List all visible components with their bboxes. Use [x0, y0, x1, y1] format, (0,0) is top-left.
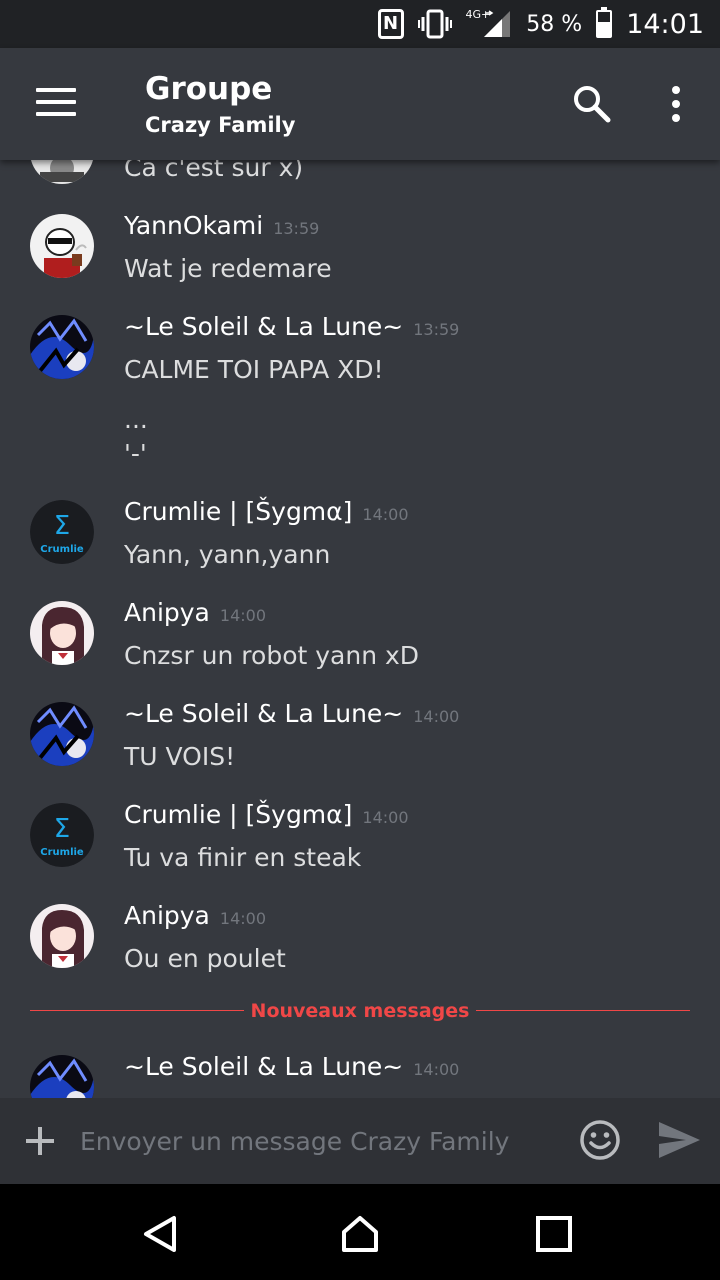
avatar[interactable] — [30, 601, 94, 665]
home-icon[interactable] — [340, 1214, 380, 1254]
message-text: TU VOIS! — [124, 742, 236, 771]
more-vert-icon[interactable] — [660, 82, 692, 126]
message-author[interactable]: Anipya 14:00 — [124, 597, 266, 632]
author-name[interactable]: YannOkami — [124, 211, 263, 240]
avatar[interactable]: Σ Crumlie — [30, 500, 94, 564]
add-icon[interactable] — [22, 1123, 58, 1159]
new-messages-divider-line — [476, 1010, 690, 1011]
timestamp: 14:00 — [362, 505, 409, 524]
message-text: ... — [124, 405, 148, 434]
message-author[interactable]: YannOkami 13:59 — [124, 210, 319, 245]
avatar[interactable]: Σ Crumlie — [30, 803, 94, 867]
channel-subtitle: Crazy Family — [145, 113, 296, 137]
timestamp: 14:00 — [362, 808, 409, 827]
app-bar: Groupe Crazy Family — [0, 48, 720, 160]
avatar[interactable] — [30, 160, 94, 184]
timestamp: 14:00 — [413, 1060, 460, 1079]
avatar-label: Crumlie — [40, 847, 84, 858]
timestamp: 14:00 — [219, 909, 266, 928]
battery-percent: 58 % — [526, 11, 583, 37]
recents-icon[interactable] — [534, 1214, 574, 1254]
message-input[interactable] — [80, 1118, 560, 1164]
message-text: CALME TOI PAPA XD! — [124, 355, 384, 384]
message-text: Ca c'est sur x) — [124, 160, 304, 182]
battery-icon — [596, 7, 613, 38]
message-composer — [0, 1098, 720, 1184]
message-author[interactable]: ~Le Soleil & La Lune~ 14:00 — [124, 698, 459, 733]
avatar[interactable] — [30, 315, 94, 379]
message-author[interactable]: Crumlie | [Šygmα] 14:00 — [124, 799, 409, 834]
svg-text:Σ: Σ — [54, 814, 70, 844]
message-author[interactable]: Crumlie | [Šygmα] 14:00 — [124, 496, 409, 531]
message-text: '-' — [124, 439, 147, 468]
menu-icon[interactable] — [36, 88, 76, 118]
author-name[interactable]: ~Le Soleil & La Lune~ — [124, 1052, 403, 1081]
svg-text:Σ: Σ — [54, 511, 70, 541]
search-icon[interactable] — [570, 82, 614, 126]
status-icons: N 4G+ 58 % 14:01 — [377, 0, 704, 48]
message-text: Cnzsr un robot yann xD — [124, 641, 420, 670]
avatar[interactable] — [30, 702, 94, 766]
vibrate-icon — [417, 9, 452, 39]
author-name[interactable]: ~Le Soleil & La Lune~ — [124, 312, 403, 341]
channel-header: Groupe Crazy Family — [145, 70, 295, 142]
nfc-icon: N — [377, 9, 404, 39]
message-text: Wat je redemare — [124, 254, 332, 283]
timestamp: 14:00 — [219, 606, 266, 625]
message-author[interactable]: Anipya 14:00 — [124, 900, 266, 935]
message-author[interactable]: ~Le Soleil & La Lune~ 13:59 — [124, 311, 459, 346]
timestamp: 13:59 — [273, 219, 320, 238]
message-list[interactable]: Ca c'est sur x) YannOkami 13:59 Wat je re… — [0, 160, 720, 1098]
message-text: Ou en poulet — [124, 944, 286, 973]
navigation-bar — [0, 1184, 720, 1280]
avatar-label: Crumlie — [40, 544, 84, 555]
author-name[interactable]: Crumlie | [Šygmα] — [124, 800, 352, 829]
status-bar: N 4G+ 58 % 14:01 — [0, 0, 720, 48]
clock: 14:01 — [626, 8, 704, 40]
author-name[interactable]: ~Le Soleil & La Lune~ — [124, 699, 403, 728]
send-icon[interactable] — [656, 1118, 702, 1162]
timestamp: 13:59 — [413, 320, 460, 339]
emoji-icon[interactable] — [578, 1118, 622, 1162]
network-type: 4G+ — [465, 7, 491, 21]
author-name[interactable]: Anipya — [124, 901, 210, 930]
back-icon[interactable] — [140, 1214, 180, 1254]
message-text: Yann, yann,yann — [124, 540, 331, 569]
new-messages-divider: Nouveaux messages — [250, 1000, 470, 1022]
timestamp: 14:00 — [413, 707, 460, 726]
new-messages-divider-line — [30, 1010, 244, 1011]
message-text: Tu va finir en steak — [124, 843, 362, 872]
author-name[interactable]: Anipya — [124, 598, 210, 627]
avatar[interactable] — [30, 1055, 94, 1098]
page-title: Groupe — [145, 71, 273, 107]
message-author[interactable]: ~Le Soleil & La Lune~ 14:00 — [124, 1051, 459, 1086]
author-name[interactable]: Crumlie | [Šygmα] — [124, 497, 352, 526]
signal-icon: 4G+ — [465, 7, 513, 39]
avatar[interactable] — [30, 214, 94, 278]
avatar[interactable] — [30, 904, 94, 968]
